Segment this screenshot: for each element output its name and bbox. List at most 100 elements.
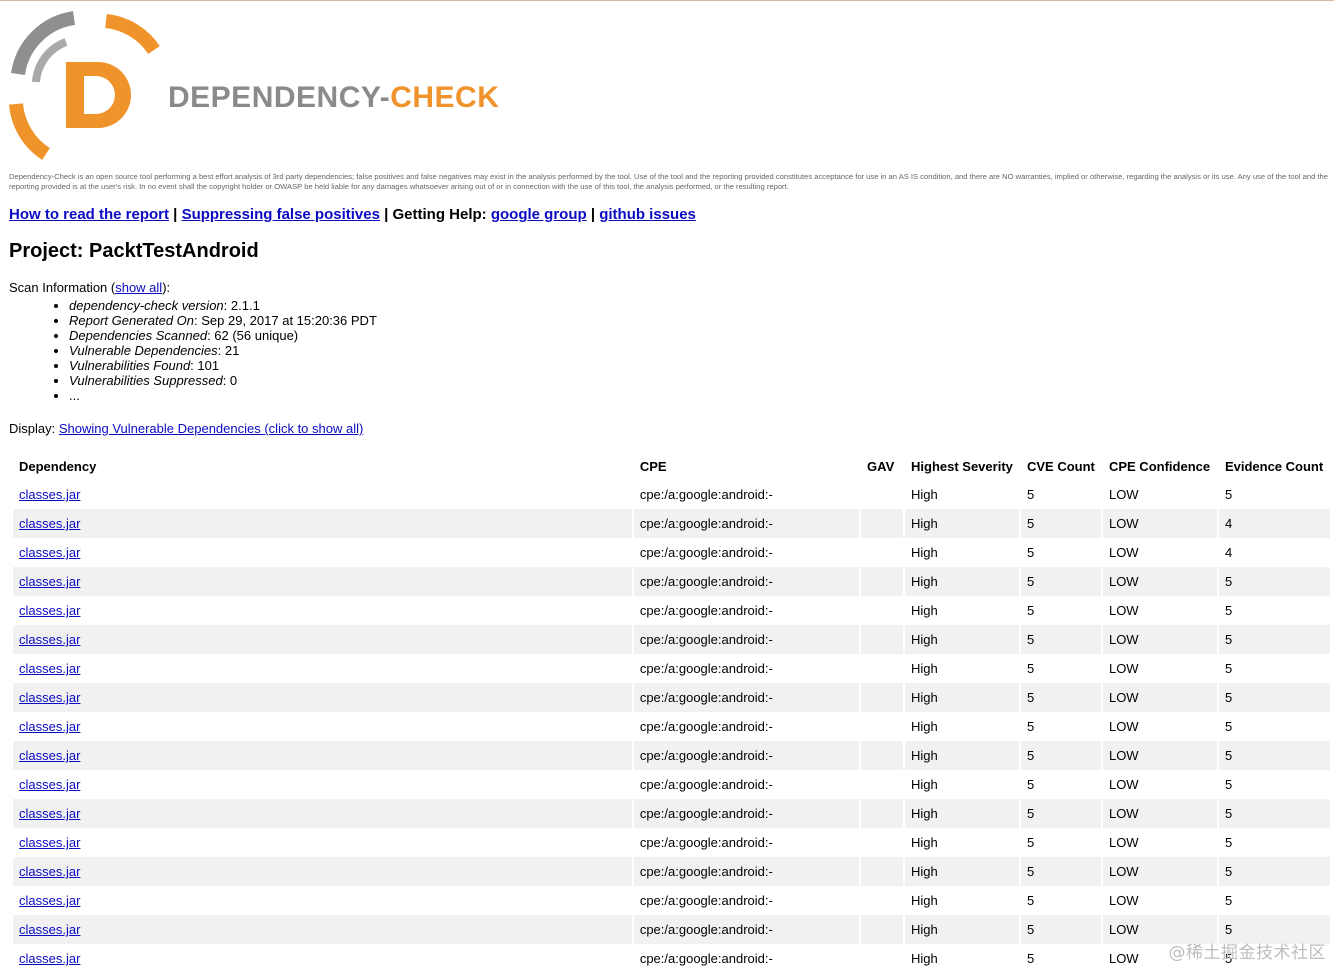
cpe-confidence-cell: LOW bbox=[1103, 770, 1217, 799]
dependency-link[interactable]: classes.jar bbox=[19, 922, 80, 937]
gav-cell bbox=[861, 683, 903, 712]
table-row: classes.jarcpe:/a:google:android:-High5L… bbox=[13, 625, 1330, 654]
toggle-vulnerable-dependencies-link[interactable]: Showing Vulnerable Dependencies (click t… bbox=[59, 421, 363, 436]
dependency-link[interactable]: classes.jar bbox=[19, 603, 80, 618]
dependency-link[interactable]: classes.jar bbox=[19, 777, 80, 792]
gav-cell bbox=[861, 596, 903, 625]
cve-count-cell: 5 bbox=[1021, 509, 1101, 538]
severity-cell: High bbox=[905, 596, 1019, 625]
dependency-cell: classes.jar bbox=[13, 886, 632, 915]
dependency-cell: classes.jar bbox=[13, 741, 632, 770]
scan-info-key: Vulnerable Dependencies bbox=[69, 343, 218, 358]
column-header-evidence-count[interactable]: Evidence Count bbox=[1219, 452, 1330, 480]
show-all-link[interactable]: show all bbox=[115, 280, 162, 295]
scan-info-value: : 101 bbox=[190, 358, 219, 373]
evidence-count-cell: 5 bbox=[1219, 654, 1330, 683]
scan-info-label-end: ): bbox=[162, 280, 170, 295]
gav-cell bbox=[861, 799, 903, 828]
how-to-read-report-link[interactable]: How to read the report bbox=[9, 206, 169, 223]
scan-info-key: dependency-check version bbox=[69, 298, 224, 313]
report-header: DEPENDENCY-CHECK bbox=[0, 1, 1334, 169]
dependency-link[interactable]: classes.jar bbox=[19, 893, 80, 908]
column-header-cve-count[interactable]: CVE Count bbox=[1021, 452, 1101, 480]
dependency-link[interactable]: classes.jar bbox=[19, 661, 80, 676]
severity-cell: High bbox=[905, 509, 1019, 538]
dependency-link[interactable]: classes.jar bbox=[19, 951, 80, 966]
evidence-count-cell: 5 bbox=[1219, 567, 1330, 596]
dependency-link[interactable]: classes.jar bbox=[19, 719, 80, 734]
table-row: classes.jarcpe:/a:google:android:-High5L… bbox=[13, 596, 1330, 625]
severity-cell: High bbox=[905, 712, 1019, 741]
scan-info-value: : Sep 29, 2017 at 15:20:36 PDT bbox=[194, 313, 377, 328]
scan-info-key: Report Generated On bbox=[69, 313, 194, 328]
dependencies-table: Dependency CPE GAV Highest Severity CVE … bbox=[11, 452, 1332, 973]
cpe-confidence-cell: LOW bbox=[1103, 480, 1217, 509]
cpe-cell: cpe:/a:google:android:- bbox=[634, 538, 859, 567]
scan-info-list: dependency-check version: 2.1.1 Report G… bbox=[9, 298, 377, 403]
dependency-link[interactable]: classes.jar bbox=[19, 806, 80, 821]
dependency-cell: classes.jar bbox=[13, 480, 632, 509]
column-header-dependency[interactable]: Dependency bbox=[13, 452, 632, 480]
dependencies-table-body: classes.jarcpe:/a:google:android:-High5L… bbox=[13, 480, 1330, 973]
cve-count-cell: 5 bbox=[1021, 857, 1101, 886]
cve-count-cell: 5 bbox=[1021, 712, 1101, 741]
dependency-link[interactable]: classes.jar bbox=[19, 748, 80, 763]
cpe-cell: cpe:/a:google:android:- bbox=[634, 683, 859, 712]
scan-info-key: Vulnerabilities Suppressed bbox=[69, 373, 223, 388]
cpe-cell: cpe:/a:google:android:- bbox=[634, 509, 859, 538]
scan-info-item: Dependencies Scanned: 62 (56 unique) bbox=[69, 328, 377, 343]
column-header-cpe[interactable]: CPE bbox=[634, 452, 859, 480]
separator: | bbox=[587, 206, 600, 223]
dependency-cell: classes.jar bbox=[13, 828, 632, 857]
column-header-cpe-confidence[interactable]: CPE Confidence bbox=[1103, 452, 1217, 480]
severity-cell: High bbox=[905, 886, 1019, 915]
cve-count-cell: 5 bbox=[1021, 828, 1101, 857]
cve-count-cell: 5 bbox=[1021, 799, 1101, 828]
dependency-link[interactable]: classes.jar bbox=[19, 574, 80, 589]
column-header-highest-severity[interactable]: Highest Severity bbox=[905, 452, 1019, 480]
scan-information: Scan Information (show all): dependency-… bbox=[9, 280, 377, 403]
gav-cell bbox=[861, 770, 903, 799]
gav-cell bbox=[861, 480, 903, 509]
dependency-link[interactable]: classes.jar bbox=[19, 690, 80, 705]
evidence-count-cell: 4 bbox=[1219, 538, 1330, 567]
evidence-count-cell: 5 bbox=[1219, 712, 1330, 741]
cpe-cell: cpe:/a:google:android:- bbox=[634, 770, 859, 799]
cpe-confidence-cell: LOW bbox=[1103, 741, 1217, 770]
brand-title-part1: DEPENDENCY- bbox=[168, 81, 390, 114]
dependency-cell: classes.jar bbox=[13, 596, 632, 625]
separator: | bbox=[169, 206, 182, 223]
cpe-cell: cpe:/a:google:android:- bbox=[634, 625, 859, 654]
table-row: classes.jarcpe:/a:google:android:-High5L… bbox=[13, 886, 1330, 915]
project-title: Project: PacktTestAndroid bbox=[9, 240, 259, 263]
gav-cell bbox=[861, 857, 903, 886]
google-group-link[interactable]: google group bbox=[491, 206, 587, 223]
dependency-link[interactable]: classes.jar bbox=[19, 487, 80, 502]
getting-help-label: | Getting Help: bbox=[380, 206, 491, 223]
dependency-cell: classes.jar bbox=[13, 857, 632, 886]
scan-info-label: Scan Information ( bbox=[9, 280, 115, 295]
cpe-confidence-cell: LOW bbox=[1103, 857, 1217, 886]
severity-cell: High bbox=[905, 567, 1019, 596]
cpe-cell: cpe:/a:google:android:- bbox=[634, 654, 859, 683]
scan-info-key: Vulnerabilities Found bbox=[69, 358, 190, 373]
dependency-cell: classes.jar bbox=[13, 915, 632, 944]
suppressing-false-positives-link[interactable]: Suppressing false positives bbox=[182, 206, 380, 223]
github-issues-link[interactable]: github issues bbox=[599, 206, 696, 223]
dependency-link[interactable]: classes.jar bbox=[19, 545, 80, 560]
gav-cell bbox=[861, 538, 903, 567]
dependency-check-logo bbox=[6, 10, 161, 165]
evidence-count-cell: 5 bbox=[1219, 886, 1330, 915]
scan-info-value: : 21 bbox=[218, 343, 240, 358]
dependency-link[interactable]: classes.jar bbox=[19, 632, 80, 647]
cve-count-cell: 5 bbox=[1021, 567, 1101, 596]
display-label: Display: bbox=[9, 421, 59, 436]
dependency-link[interactable]: classes.jar bbox=[19, 516, 80, 531]
column-header-gav[interactable]: GAV bbox=[861, 452, 903, 480]
dependency-link[interactable]: classes.jar bbox=[19, 864, 80, 879]
severity-cell: High bbox=[905, 828, 1019, 857]
cpe-cell: cpe:/a:google:android:- bbox=[634, 596, 859, 625]
dependency-link[interactable]: classes.jar bbox=[19, 835, 80, 850]
gav-cell bbox=[861, 509, 903, 538]
dependency-cell: classes.jar bbox=[13, 509, 632, 538]
